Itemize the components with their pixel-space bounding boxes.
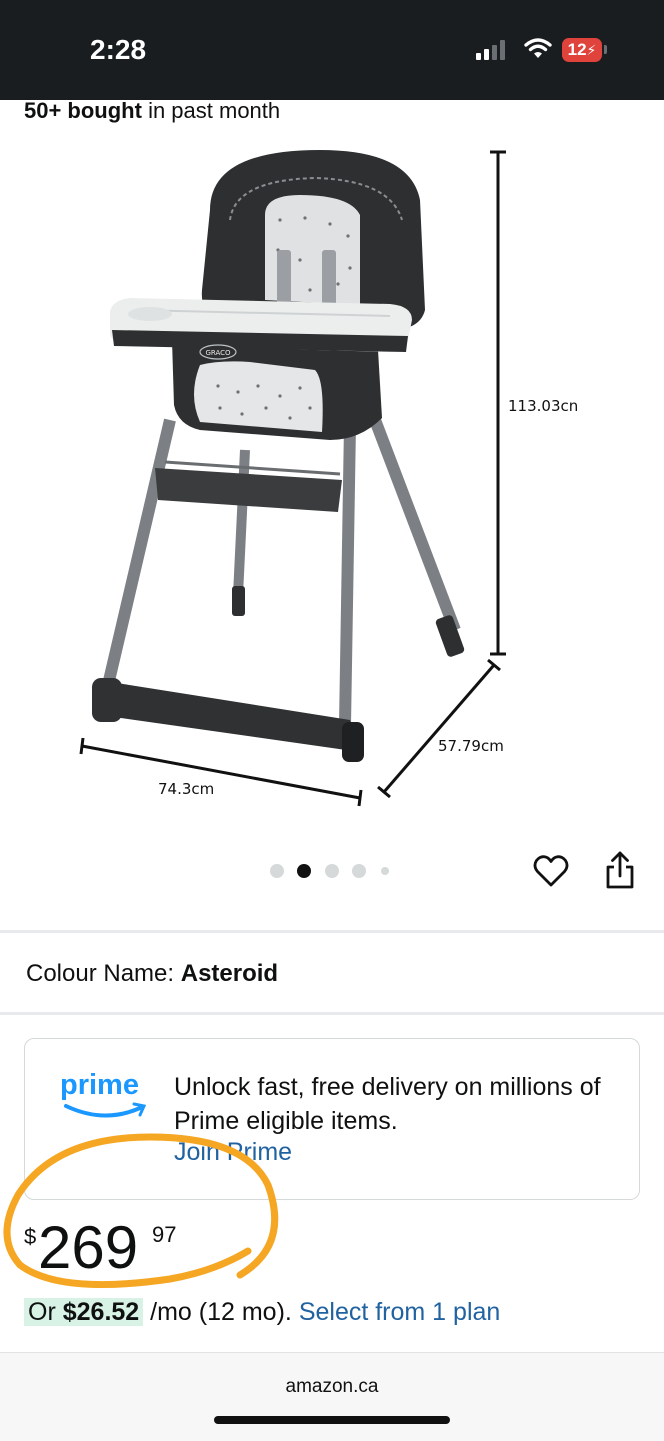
- status-time: 2:28: [90, 34, 147, 65]
- battery-level: 12: [567, 40, 587, 59]
- carousel-dot[interactable]: [325, 864, 339, 878]
- product-image[interactable]: GRACO 113.03cn 57.79cm 74.3cm: [60, 140, 620, 820]
- installment-offer: Or $26.52 /mo (12 mo). Select from 1 pla…: [24, 1298, 500, 1327]
- battery-icon: 12⚡: [562, 38, 602, 62]
- width-label: 74.3cm: [158, 780, 214, 798]
- status-bar: 2:28 12⚡: [0, 0, 664, 100]
- colour-name-value: Asteroid: [180, 960, 279, 987]
- image-carousel-dots[interactable]: [270, 862, 400, 880]
- prime-logo-text: prime: [60, 1069, 139, 1101]
- bought-count-rest: in past month: [141, 98, 281, 123]
- carousel-dot[interactable]: [352, 864, 366, 878]
- depth-label: 57.79cm: [438, 737, 504, 755]
- cellular-signal-icon: [476, 40, 510, 60]
- section-divider: [0, 930, 664, 933]
- colour-name-row: Colour Name: Asteroid: [26, 960, 278, 988]
- battery-tip: [604, 45, 607, 54]
- heart-icon[interactable]: [532, 852, 570, 890]
- installment-prefix: Or: [28, 1298, 56, 1326]
- browser-url[interactable]: amazon.ca: [0, 1376, 664, 1398]
- section-divider: [0, 1012, 664, 1015]
- installment-amount: $26.52: [62, 1298, 140, 1326]
- brand-badge: GRACO: [205, 349, 231, 357]
- height-label: 113.03cn: [508, 397, 578, 415]
- bought-count-bold: 50+ bought: [24, 98, 142, 123]
- wifi-icon: [524, 38, 552, 58]
- carousel-dot-active[interactable]: [297, 864, 311, 878]
- width-dimension: [79, 737, 363, 807]
- bought-count: 50+ bought in past month: [24, 98, 280, 124]
- share-icon[interactable]: [604, 850, 636, 890]
- installment-highlight: Or $26.52: [24, 1298, 144, 1326]
- select-plan-link[interactable]: Select from 1 plan: [299, 1298, 501, 1326]
- carousel-dot[interactable]: [381, 867, 389, 875]
- carousel-dot[interactable]: [270, 864, 284, 878]
- prime-logo: prime: [60, 1069, 147, 1118]
- installment-suffix: /mo (12 mo).: [150, 1298, 292, 1326]
- height-dimension: [490, 150, 506, 656]
- annotation-circle: [3, 1133, 279, 1289]
- depth-dimension: [377, 658, 501, 799]
- colour-name-label: Colour Name:: [26, 960, 175, 987]
- home-indicator[interactable]: [214, 1416, 450, 1424]
